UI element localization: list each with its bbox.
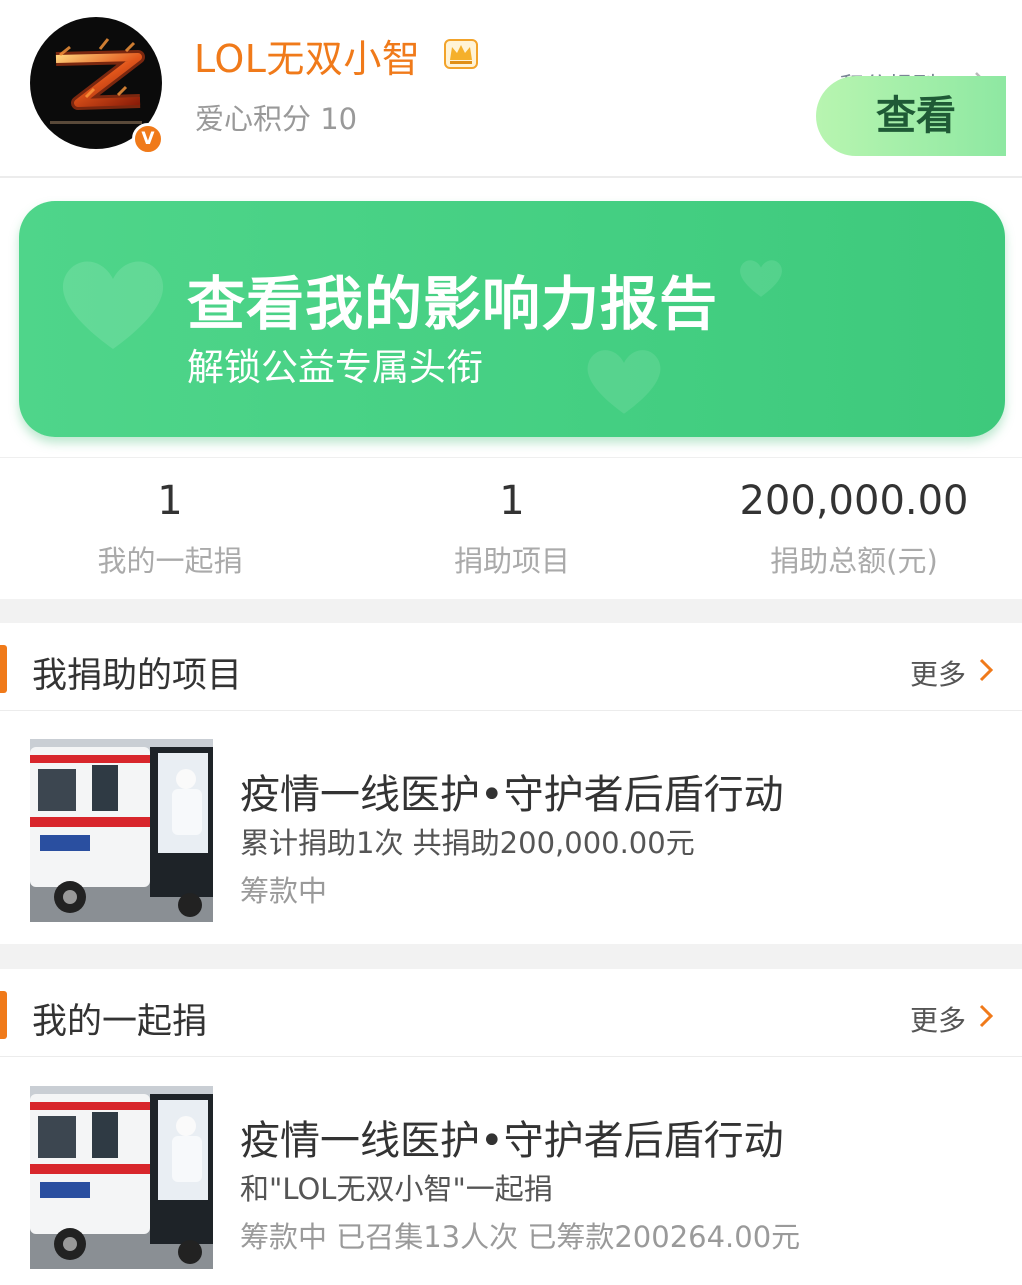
verified-badge-icon: V <box>132 123 164 155</box>
project-title: 疫情一线医护•守护者后盾行动 <box>240 772 784 818</box>
stat-value: 1 <box>157 478 183 524</box>
chevron-right-icon[interactable] <box>978 657 994 683</box>
section-title: 我捐助的项目 <box>32 656 243 696</box>
stat-value: 200,000.00 <box>739 478 969 524</box>
heart-decoration-icon <box>62 261 164 349</box>
heart-decoration-icon <box>587 350 661 414</box>
project-thumbnail <box>30 739 213 922</box>
stat-label: 捐助项目 <box>453 544 570 578</box>
stat-label: 捐助总额(元) <box>770 544 938 578</box>
view-report-button[interactable]: 查看 <box>816 76 1006 156</box>
group-donation-status: 筹款中 已召集13人次 已筹款200264.00元 <box>240 1220 801 1254</box>
stat-label: 我的一起捐 <box>97 544 243 578</box>
donated-projects-header: 我捐助的项目 更多 <box>0 623 1022 711</box>
stat-value: 1 <box>499 478 525 524</box>
section-accent-bar <box>0 645 7 693</box>
heart-decoration-icon <box>740 260 782 297</box>
group-donations-header: 我的一起捐 更多 <box>0 969 1022 1057</box>
section-divider <box>0 599 1022 623</box>
section-title: 我的一起捐 <box>32 1002 208 1042</box>
chevron-right-icon[interactable] <box>978 1003 994 1029</box>
project-detail: 累计捐助1次 共捐助200,000.00元 <box>240 826 695 860</box>
banner-subtitle: 解锁公益专属头衔 <box>187 346 483 389</box>
project-thumbnail <box>30 1086 213 1269</box>
section-divider <box>0 944 1022 969</box>
love-points: 爱心积分 10 <box>195 102 358 136</box>
project-status: 筹款中 <box>240 874 328 908</box>
stat-total-amount[interactable]: 200,000.00 捐助总额(元) <box>724 478 984 580</box>
donation-stats: 1 我的一起捐 1 捐助项目 200,000.00 捐助总额(元) <box>0 457 1022 599</box>
stat-donated-projects[interactable]: 1 捐助项目 <box>412 478 612 580</box>
more-link[interactable]: 更多 <box>910 999 966 1039</box>
more-link[interactable]: 更多 <box>910 653 966 693</box>
stat-group-donations[interactable]: 1 我的一起捐 <box>70 478 270 580</box>
section-accent-bar <box>0 991 7 1039</box>
group-donation-card[interactable]: 疫情一线医护•守护者后盾行动 和"LOL无双小智"一起捐 筹款中 已召集13人次… <box>0 1058 1022 1285</box>
crown-icon <box>444 39 478 69</box>
group-donation-detail: 和"LOL无双小智"一起捐 <box>240 1172 553 1206</box>
project-card[interactable]: 疫情一线医护•守护者后盾行动 累计捐助1次 共捐助200,000.00元 筹款中 <box>0 712 1022 944</box>
ambulance-image-icon <box>30 739 213 922</box>
ambulance-image-icon <box>30 1086 213 1269</box>
project-title: 疫情一线医护•守护者后盾行动 <box>240 1118 784 1164</box>
username: LOL无双小智 <box>194 37 421 81</box>
impact-report-banner[interactable]: 查看我的影响力报告 解锁公益专属头衔 <box>19 201 1005 437</box>
banner-title: 查看我的影响力报告 <box>187 270 719 338</box>
